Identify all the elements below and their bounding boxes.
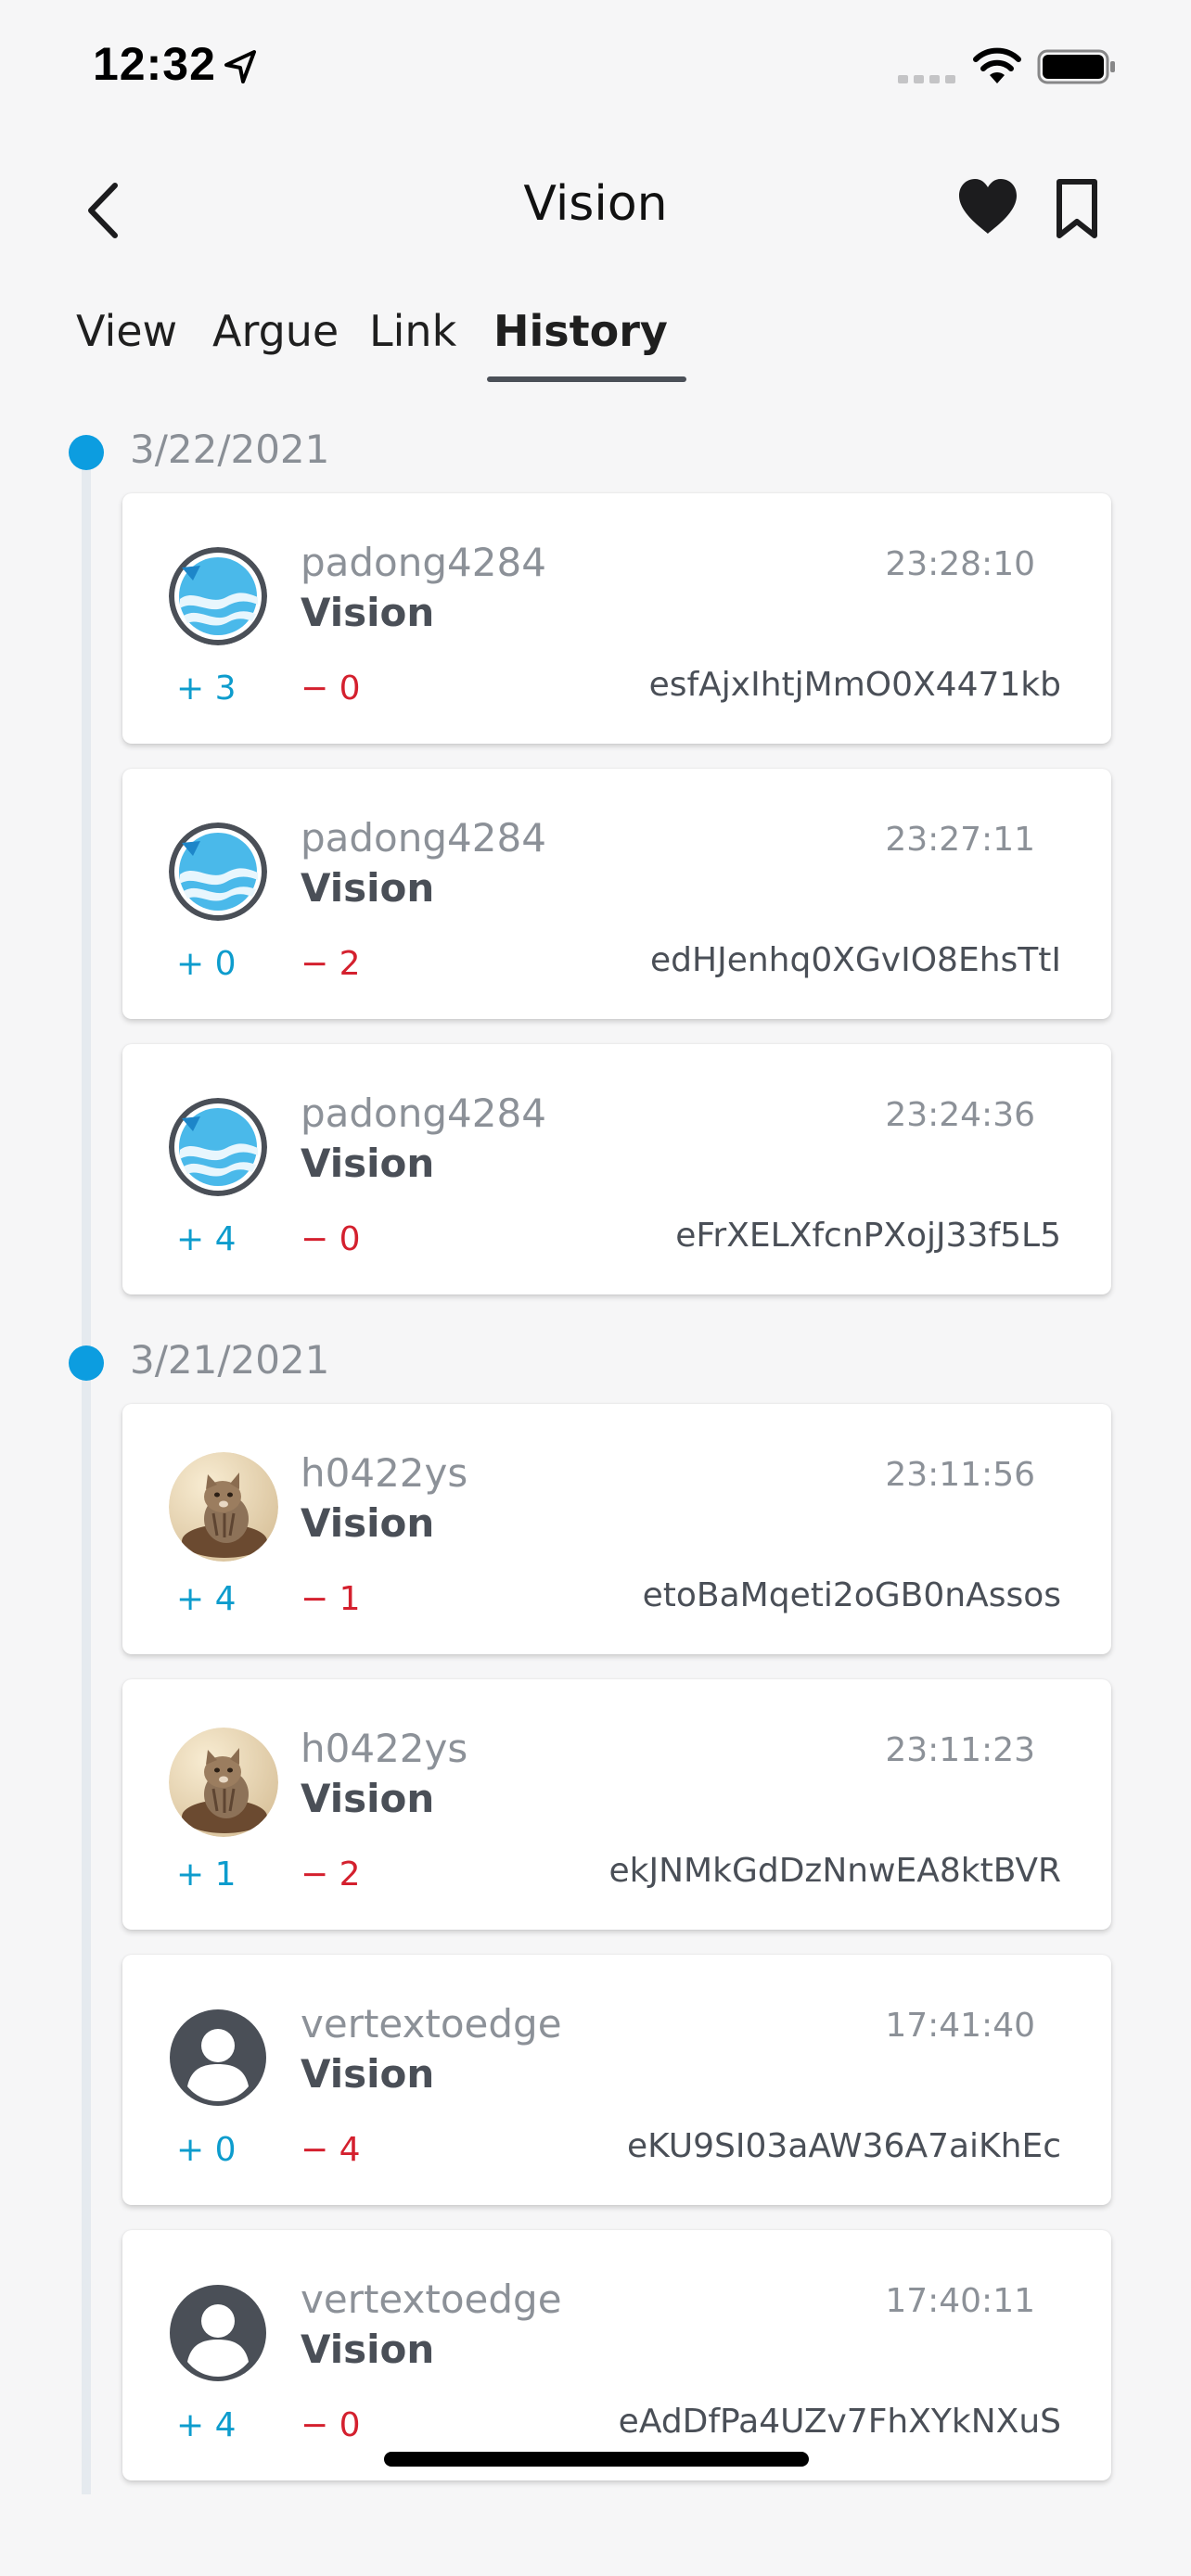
date-label: 3/22/2021 — [130, 427, 330, 472]
timeline-dot — [69, 435, 104, 470]
deletions-count: − 4 — [301, 2131, 361, 2169]
tab-argue[interactable]: Argue — [212, 306, 339, 356]
additions-count: + 1 — [176, 1855, 237, 1894]
additions-count: + 0 — [176, 2131, 237, 2169]
bookmark-icon[interactable] — [1054, 178, 1100, 239]
deletions-count: − 2 — [301, 945, 361, 983]
card-time: 23:11:56 — [885, 1456, 1035, 1494]
card-username: padong4284 — [301, 540, 546, 585]
deletions-count: − 1 — [301, 1580, 361, 1618]
tab-link[interactable]: Link — [369, 306, 456, 356]
card-title: Vision — [301, 590, 435, 635]
active-tab-indicator — [487, 376, 686, 382]
cellular-signal-icon — [898, 75, 955, 83]
cat-photo-avatar — [169, 1728, 278, 1837]
additions-count: + 4 — [176, 1220, 237, 1258]
deletions-count: − 0 — [301, 670, 361, 708]
additions-count: + 4 — [176, 2406, 237, 2444]
revision-id: esfAjxIhtjMmO0X4471kb — [648, 666, 1061, 704]
revision-id: eFrXELXfcnPXojJ33f5L5 — [675, 1217, 1061, 1255]
revision-id: eKU9SI03aAW36A7aiKhEc — [627, 2127, 1061, 2165]
revision-id: etoBaMqeti2oGB0nAssos — [642, 1576, 1061, 1614]
history-card[interactable]: h0422ys Vision 23:11:56 + 4 − 1 etoBaMqe… — [122, 1404, 1111, 1654]
history-card[interactable]: vertextoedge Vision 17:41:40 + 0 − 4 eKU… — [122, 1955, 1111, 2205]
card-username: h0422ys — [301, 1450, 468, 1496]
additions-count: + 3 — [176, 670, 237, 708]
wifi-icon — [973, 47, 1021, 83]
card-time: 23:24:36 — [885, 1096, 1035, 1134]
history-card[interactable]: vertextoedge Vision 17:40:11 + 4 − 0 eAd… — [122, 2230, 1111, 2480]
card-time: 23:28:10 — [885, 545, 1035, 583]
revision-id: edHJenhq0XGvIO8EhsTtI — [650, 941, 1061, 979]
home-indicator[interactable] — [384, 2452, 809, 2467]
card-title: Vision — [301, 1776, 435, 1821]
status-time: 12:32 — [93, 38, 216, 90]
card-time: 17:41:40 — [885, 2007, 1035, 2045]
history-card[interactable]: h0422ys Vision 23:11:23 + 1 − 2 ekJNMkGd… — [122, 1679, 1111, 1930]
card-username: h0422ys — [301, 1726, 468, 1771]
timeline-line — [82, 454, 91, 2494]
heart-icon[interactable] — [955, 176, 1020, 237]
tab-bar: View Argue Link History — [0, 306, 1191, 382]
globe-avatar — [169, 823, 267, 921]
card-title: Vision — [301, 1500, 435, 1546]
card-title: Vision — [301, 2051, 435, 2097]
card-title: Vision — [301, 2327, 435, 2372]
revision-id: ekJNMkGdDzNnwEA8ktBVR — [608, 1852, 1061, 1890]
history-card[interactable]: padong4284 Vision 23:28:10 + 3 − 0 esfAj… — [122, 493, 1111, 744]
tab-history[interactable]: History — [493, 306, 668, 356]
person-avatar — [169, 2009, 267, 2107]
card-time: 23:11:23 — [885, 1731, 1035, 1769]
timeline-dot — [69, 1345, 104, 1381]
deletions-count: − 0 — [301, 2406, 361, 2444]
card-time: 17:40:11 — [885, 2282, 1035, 2320]
person-avatar — [169, 2284, 267, 2382]
date-label: 3/21/2021 — [130, 1337, 330, 1383]
card-time: 23:27:11 — [885, 821, 1035, 859]
card-username: padong4284 — [301, 1090, 546, 1136]
deletions-count: − 0 — [301, 1220, 361, 1258]
history-card[interactable]: padong4284 Vision 23:27:11 + 0 − 2 edHJe… — [122, 769, 1111, 1019]
globe-avatar — [169, 1098, 267, 1196]
card-username: padong4284 — [301, 815, 546, 861]
status-bar: 12:32 — [0, 0, 1191, 139]
cat-photo-avatar — [169, 1452, 278, 1562]
deletions-count: − 2 — [301, 1855, 361, 1894]
card-title: Vision — [301, 1141, 435, 1186]
battery-icon — [1037, 49, 1115, 84]
additions-count: + 0 — [176, 945, 237, 983]
location-arrow-icon — [224, 50, 256, 83]
revision-id: eAdDfPa4UZv7FhXYkNXuS — [618, 2403, 1061, 2441]
card-username: vertextoedge — [301, 2001, 562, 2047]
card-username: vertextoedge — [301, 2276, 562, 2322]
tab-view[interactable]: View — [76, 306, 177, 356]
globe-avatar — [169, 547, 267, 645]
card-title: Vision — [301, 865, 435, 911]
history-card[interactable]: padong4284 Vision 23:24:36 + 4 − 0 eFrXE… — [122, 1044, 1111, 1294]
additions-count: + 4 — [176, 1580, 237, 1618]
